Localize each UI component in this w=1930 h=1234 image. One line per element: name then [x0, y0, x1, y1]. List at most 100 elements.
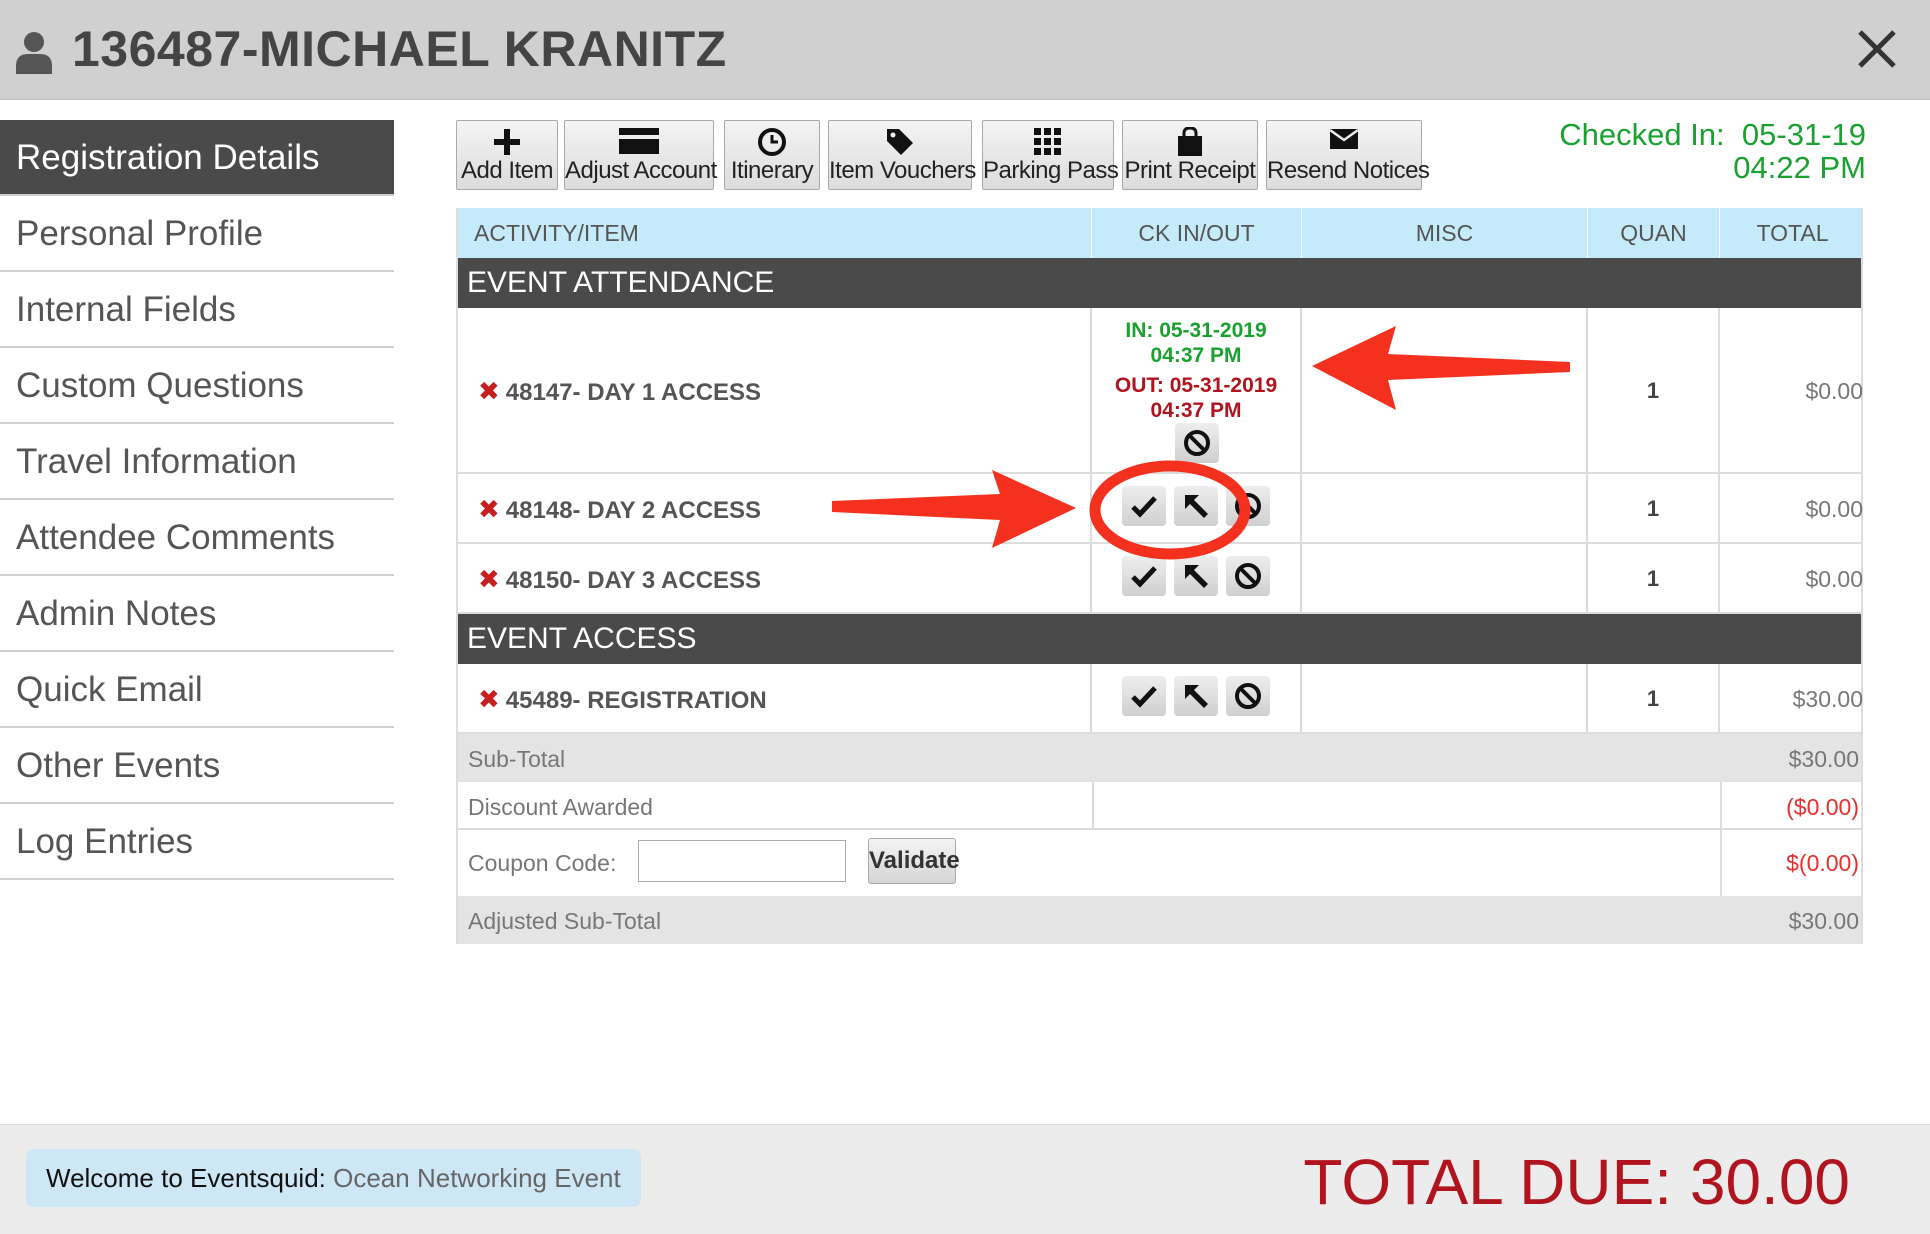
check-in-timestamp: IN: 05-31-2019 04:37 PM — [1125, 319, 1267, 367]
sidebar-item-quick-email[interactable]: Quick Email — [0, 652, 394, 728]
coupon-amount: $(0.00) — [1786, 850, 1859, 876]
envelope-icon — [1329, 128, 1359, 149]
close-icon[interactable] — [1852, 24, 1902, 74]
arrow-up-left-icon — [1185, 565, 1208, 588]
item-name: 48150- DAY 3 ACCESS — [505, 567, 762, 594]
section-event-attendance: EVENT ATTENDANCE — [458, 258, 1861, 308]
line-total: $0.00 — [1805, 496, 1863, 522]
check-in-button[interactable] — [1122, 676, 1166, 716]
sidebar-item-custom-questions[interactable]: Custom Questions — [0, 348, 394, 424]
credit-card-icon — [619, 128, 659, 154]
discount-row: Discount Awarded ($0.00) — [458, 782, 1861, 830]
sidebar-item-personal-profile[interactable]: Personal Profile — [0, 196, 394, 272]
check-out-timestamp: OUT: 05-31-2019 04:37 PM — [1114, 374, 1278, 422]
clock-icon — [758, 128, 786, 156]
adjust-account-button[interactable]: Adjust Account — [564, 120, 717, 190]
check-out-button[interactable] — [1174, 556, 1218, 596]
section-event-access: EVENT ACCESS — [458, 614, 1861, 664]
welcome-banner: Welcome to Eventsquid: Ocean Networking … — [26, 1149, 641, 1207]
sidebar-item-attendee-comments[interactable]: Attendee Comments — [0, 500, 394, 576]
col-total: TOTAL — [1756, 220, 1829, 246]
checkmark-icon — [1131, 686, 1157, 708]
ban-icon — [1235, 493, 1261, 519]
item-name: 48148- DAY 2 ACCESS — [505, 497, 762, 524]
modal-header: 136487-MICHAEL KRANITZ — [0, 0, 1930, 100]
clear-button[interactable] — [1175, 423, 1219, 463]
sidebar-item-admin-notes[interactable]: Admin Notes — [0, 576, 394, 652]
check-in-button[interactable] — [1122, 556, 1166, 596]
ban-icon — [1235, 563, 1261, 589]
adjusted-subtotal-label: Adjusted Sub-Total — [468, 908, 662, 934]
table-row: ✖ 48150- DAY 3 ACCESS 1 $0.00 — [458, 544, 1863, 614]
line-total: $0.00 — [1805, 378, 1863, 404]
coupon-label: Coupon Code: — [468, 850, 617, 876]
sidebar-item-registration-details[interactable]: Registration Details — [0, 120, 394, 196]
sidebar: Registration Details Personal Profile In… — [0, 120, 394, 880]
arrow-up-left-icon — [1185, 495, 1208, 518]
modal-footer: Welcome to Eventsquid: Ocean Networking … — [0, 1124, 1930, 1234]
itinerary-button[interactable]: Itinerary — [724, 120, 820, 190]
clear-button[interactable] — [1226, 486, 1270, 526]
remove-icon[interactable]: ✖ — [478, 376, 500, 406]
grid-icon — [1034, 128, 1061, 155]
quantity: 1 — [1646, 496, 1660, 521]
tag-icon — [887, 129, 913, 155]
col-activity-item: ACTIVITY/ITEM — [458, 208, 1092, 258]
item-name: 48147- DAY 1 ACCESS — [505, 379, 762, 406]
line-total: $30.00 — [1792, 686, 1863, 712]
checked-in-label: Checked In: — [1559, 117, 1725, 152]
checkmark-icon — [1131, 566, 1157, 588]
parking-pass-button[interactable]: Parking Pass — [982, 120, 1119, 190]
clear-button[interactable] — [1226, 676, 1270, 716]
sidebar-item-log-entries[interactable]: Log Entries — [0, 804, 394, 880]
sidebar-item-other-events[interactable]: Other Events — [0, 728, 394, 804]
add-item-button[interactable]: Add Item — [456, 120, 558, 190]
subtotal-value: $30.00 — [1788, 746, 1859, 772]
subtotal-row: Sub-Total $30.00 — [458, 734, 1861, 782]
quantity: 1 — [1646, 686, 1660, 711]
validate-button[interactable]: Validate — [868, 838, 960, 884]
adjusted-subtotal-row: Adjusted Sub-Total $30.00 — [458, 896, 1861, 944]
print-receipt-button[interactable]: Print Receipt — [1122, 120, 1258, 190]
discount-label: Discount Awarded — [468, 794, 653, 820]
welcome-label: Welcome to Eventsquid: — [46, 1163, 326, 1193]
adjusted-subtotal-value: $30.00 — [1788, 908, 1859, 934]
registration-table: ACTIVITY/ITEM CK IN/OUT MISC QUAN TOTAL … — [456, 208, 1863, 944]
line-total: $0.00 — [1805, 566, 1863, 592]
total-due: TOTAL DUE: 30.00 — [1303, 1146, 1850, 1218]
quantity: 1 — [1646, 566, 1660, 591]
remove-icon[interactable]: ✖ — [478, 494, 500, 524]
resend-notices-button[interactable]: Resend Notices — [1266, 120, 1430, 190]
coupon-code-input[interactable] — [638, 840, 846, 882]
checkmark-icon — [1131, 496, 1157, 518]
table-row: ✖ 48147- DAY 1 ACCESS IN: 05-31-2019 04:3… — [458, 308, 1863, 474]
user-icon — [16, 32, 52, 74]
event-name: Ocean Networking Event — [333, 1163, 621, 1193]
sidebar-item-internal-fields[interactable]: Internal Fields — [0, 272, 394, 348]
table-row: ✖ 48148- DAY 2 ACCESS 1 $0.00 — [458, 474, 1863, 544]
remove-icon[interactable]: ✖ — [478, 564, 500, 594]
remove-icon[interactable]: ✖ — [478, 684, 500, 714]
arrow-up-left-icon — [1185, 685, 1208, 708]
plus-icon — [494, 129, 520, 155]
table-header: ACTIVITY/ITEM CK IN/OUT MISC QUAN TOTAL — [458, 208, 1861, 258]
page-title: 136487-MICHAEL KRANITZ — [72, 21, 727, 77]
check-out-button[interactable] — [1174, 486, 1218, 526]
checked-in-status: Checked In: 05-31-19 04:22 PM — [1559, 118, 1866, 184]
check-in-button[interactable] — [1122, 486, 1166, 526]
col-quan: QUAN — [1588, 208, 1720, 258]
shopping-bag-icon — [1178, 127, 1202, 156]
quantity: 1 — [1646, 378, 1660, 403]
item-vouchers-button[interactable]: Item Vouchers — [828, 120, 976, 190]
checked-in-time: 04:22 PM — [1733, 150, 1866, 185]
col-misc: MISC — [1302, 208, 1588, 258]
subtotal-label: Sub-Total — [468, 746, 566, 772]
ban-icon — [1235, 683, 1261, 709]
checked-in-date: 05-31-19 — [1741, 117, 1866, 152]
clear-button[interactable] — [1226, 556, 1270, 596]
item-name: 45489- REGISTRATION — [505, 687, 767, 714]
col-ck-in-out: CK IN/OUT — [1092, 208, 1302, 258]
sidebar-item-travel-information[interactable]: Travel Information — [0, 424, 394, 500]
discount-value: ($0.00) — [1786, 794, 1859, 820]
check-out-button[interactable] — [1174, 676, 1218, 716]
